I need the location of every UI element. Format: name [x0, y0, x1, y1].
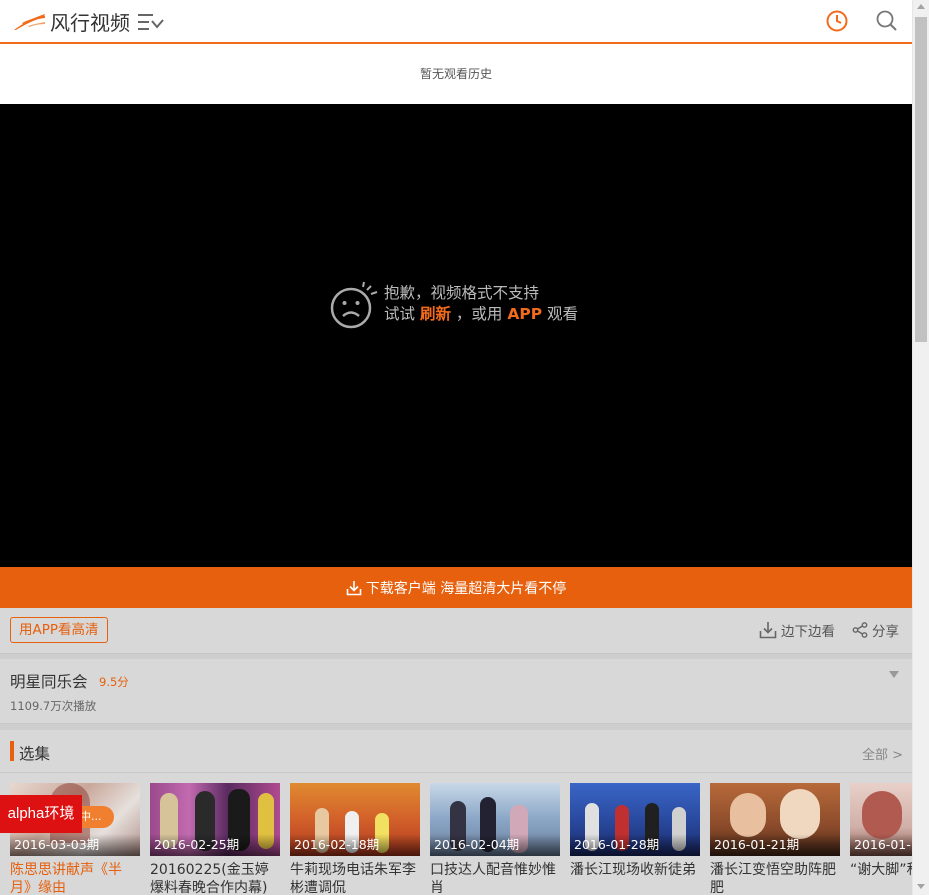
error-middle: ，或用 [455, 305, 503, 323]
refresh-link[interactable]: 刷新 [420, 305, 451, 323]
scroll-down-arrow-icon[interactable] [917, 884, 925, 889]
download-icon [346, 580, 362, 595]
episode-thumbnail: 2016-01-1 [850, 783, 912, 856]
search-icon[interactable] [876, 10, 898, 32]
episode-item[interactable]: 2016-02-25期 20160225(金玉婷爆料春晚合作内幕) [150, 783, 280, 895]
episode-list: 2016-03-03期 陈思思讲献声《半月》缘由 2016-02-25期 201… [10, 783, 912, 895]
episode-title: 陈思思讲献声《半月》缘由 [10, 862, 122, 895]
action-bar: 用APP看高清 边下边看 分享 [0, 608, 912, 654]
playlist-menu-icon[interactable] [138, 12, 166, 32]
share-label: 分享 [872, 624, 899, 640]
episode-title: 20160225(金玉婷爆料春晚合作内幕) [150, 862, 269, 895]
episode-date: 2016-02-04期 [430, 834, 560, 856]
app-link[interactable]: APP [507, 305, 542, 323]
error-line-1: 抱歉，视频格式不支持 [384, 284, 540, 302]
episode-title: 口技达人配音惟妙惟肖 [430, 862, 556, 895]
episode-title: 牛莉现场电话朱军李彬遭调侃 [290, 862, 416, 895]
episode-title: 潘长江现场收新徒弟 [570, 862, 696, 878]
download-client-banner[interactable]: 下载客户端 海量超清大片看不停 [0, 567, 912, 608]
error-suffix: 观看 [547, 305, 579, 323]
alpha-env-badge: alpha环境 [0, 795, 82, 833]
show-info: 明星同乐会 9.5分 1109.7万次播放 [0, 659, 912, 724]
scrollbar-thumb[interactable] [915, 17, 927, 342]
sad-face-icon [330, 281, 378, 329]
player-error-message: 抱歉，视频格式不支持 试试 刷新 ，或用 APP 观看 [330, 281, 578, 331]
episode-title: “谢大脚”私尚魔王” [850, 862, 912, 878]
download-banner-label: 下载客户端 海量超清大片看不停 [365, 580, 567, 597]
player-error-text: 抱歉，视频格式不支持 试试 刷新 ，或用 APP 观看 [384, 283, 578, 325]
download-icon [759, 622, 777, 639]
episodes-title: 选集 [19, 745, 51, 763]
expand-arrow-icon[interactable] [889, 671, 899, 679]
episodes-all-link[interactable]: 全部 > [862, 744, 903, 763]
section-marker [10, 741, 14, 761]
episode-thumbnail: 2016-01-21期 [710, 783, 840, 856]
episode-thumbnail: 2016-02-04期 [430, 783, 560, 856]
episode-date: 2016-01-21期 [710, 834, 840, 856]
episodes-header: 选集 全部 > [0, 730, 912, 773]
show-score: 9.5分 [99, 675, 129, 689]
episode-thumbnail: 2016-02-18期 [290, 783, 420, 856]
app-logo[interactable]: 风行视频 [12, 8, 130, 35]
page: 风行视频 暂无观看历史 抱歉，视频格式不支持 试试 刷新 ，或用 APP 观看 … [0, 0, 912, 895]
episode-item[interactable]: 2016-02-04期 口技达人配音惟妙惟肖 [430, 783, 560, 895]
episode-item[interactable]: 2016-01-1 “谢大脚”私尚魔王” [850, 783, 912, 895]
episode-item[interactable]: 2016-01-28期 潘长江现场收新徒弟 [570, 783, 700, 895]
episode-date: 2016-01-28期 [570, 834, 700, 856]
episode-item[interactable]: 2016-02-18期 牛莉现场电话朱军李彬遭调侃 [290, 783, 420, 895]
download-watch-button[interactable]: 边下边看 [759, 620, 835, 640]
episode-title: 潘长江变悟空助阵肥肥 [710, 862, 836, 895]
app-name: 风行视频 [50, 10, 130, 35]
app-hd-button[interactable]: 用APP看高清 [10, 617, 108, 643]
play-count: 1109.7万次播放 [10, 699, 97, 713]
episode-thumbnail: 2016-02-25期 [150, 783, 280, 856]
logo-swoosh-icon [14, 14, 45, 30]
top-header: 风行视频 [0, 0, 912, 44]
show-title: 明星同乐会 [10, 673, 88, 691]
episode-date: 2016-02-25期 [150, 834, 280, 856]
history-empty-text: 暂无观看历史 [419, 67, 492, 81]
episode-date: 2016-01-1 [850, 834, 912, 856]
error-line-2: 试试 刷新 ，或用 APP 观看 [384, 304, 578, 325]
history-clock-icon[interactable] [826, 10, 848, 32]
episode-date: 2016-03-03期 [10, 834, 140, 856]
share-button[interactable]: 分享 [852, 620, 899, 640]
share-icon [852, 622, 868, 638]
download-watch-label: 边下边看 [781, 624, 835, 640]
video-player[interactable]: 抱歉，视频格式不支持 试试 刷新 ，或用 APP 观看 [0, 104, 912, 567]
page-scrollbar[interactable] [912, 0, 929, 895]
scroll-up-arrow-icon[interactable] [917, 4, 925, 9]
error-prefix: 试试 [384, 305, 416, 323]
episode-thumbnail: 2016-01-28期 [570, 783, 700, 856]
episode-item[interactable]: 2016-01-21期 潘长江变悟空助阵肥肥 [710, 783, 840, 895]
episode-date: 2016-02-18期 [290, 834, 420, 856]
